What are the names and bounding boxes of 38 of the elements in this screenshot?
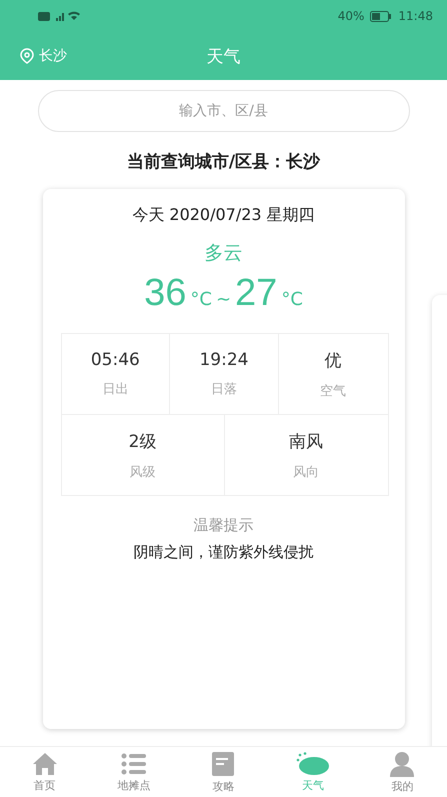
page-title: 天气	[206, 46, 240, 68]
person-icon	[389, 750, 416, 776]
stat-value: 2级	[128, 430, 156, 452]
nav-tab[interactable]: 地摊点	[89, 747, 179, 797]
battery-icon	[370, 10, 392, 22]
tip-text: 阴晴之间，谨防紫外线侵扰	[134, 543, 314, 562]
stat-label: 日落	[210, 381, 237, 398]
stat-label: 空气	[320, 382, 346, 400]
home-icon	[32, 752, 58, 776]
clock-text: 11:48	[398, 9, 433, 23]
search-field[interactable]: 输入市、区/县	[38, 90, 410, 132]
stat-label: 日出	[102, 381, 128, 398]
nav-tab[interactable]: 我的	[358, 747, 447, 797]
stat-value: 南风	[289, 430, 323, 452]
date-text: 今天 2020/07/23 星期四	[132, 205, 315, 226]
current-city-heading: 当前查询城市/区县：长沙	[126, 151, 320, 173]
signal-icon	[38, 10, 82, 22]
unit-text: °C	[190, 289, 212, 310]
book-icon	[211, 750, 236, 776]
stat-value: 优	[324, 350, 342, 372]
stat-label: 风级	[130, 464, 156, 480]
low-temperature: 27	[235, 272, 278, 315]
stat-value: 19:24	[199, 350, 248, 370]
nav-tab[interactable]: 攻略	[178, 747, 268, 797]
nav-tab[interactable]: 天气	[268, 747, 358, 797]
list-icon	[121, 752, 148, 776]
high-temperature: 36	[144, 272, 186, 315]
separator-text: ~	[216, 289, 232, 310]
stat-label: 风向	[293, 464, 319, 480]
tip-title: 温馨提示	[194, 516, 254, 535]
stat-value: 05:46	[90, 350, 140, 370]
battery-text: 40%	[338, 9, 364, 23]
cloud-icon	[296, 752, 330, 776]
location-text[interactable]: 长沙	[39, 47, 67, 65]
location-pin-icon	[20, 48, 34, 64]
nav-tab[interactable]: 首页	[0, 747, 90, 797]
condition-text: 多云	[204, 241, 242, 266]
unit-text: °C	[281, 289, 303, 310]
